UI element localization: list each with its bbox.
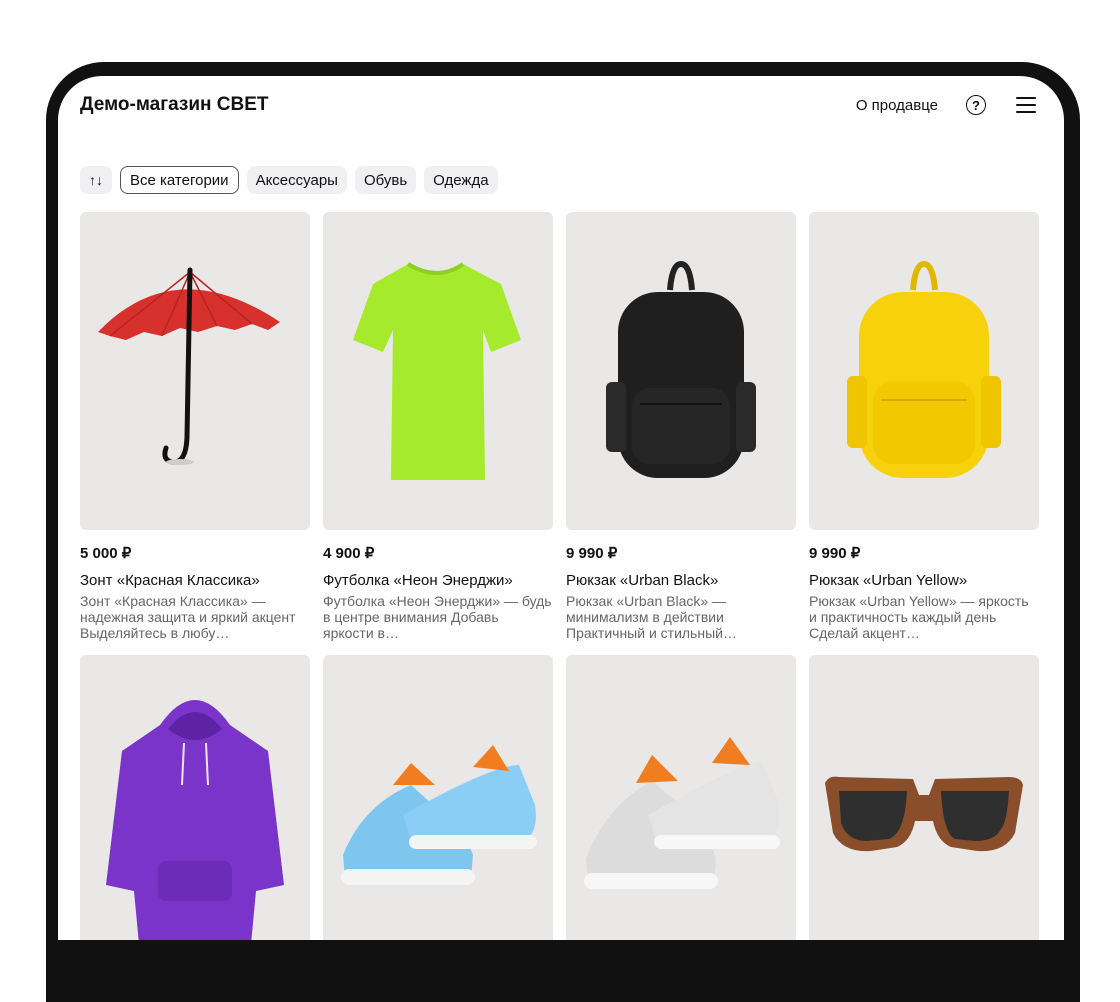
product-image-grey-sneakers[interactable]	[566, 655, 796, 940]
product-card[interactable]: 5 000 ₽ Зонт «Красная Классика» Зонт «Кр…	[80, 212, 310, 641]
product-name[interactable]: Рюкзак «Urban Black»	[566, 572, 796, 589]
product-name[interactable]: Рюкзак «Urban Yellow»	[809, 572, 1039, 589]
product-image-black-backpack[interactable]	[566, 212, 796, 530]
product-image-umbrella[interactable]	[80, 212, 310, 530]
product-card[interactable]	[80, 655, 310, 940]
category-filters: ↑↓ Все категории Аксессуары Обувь Одежда	[80, 166, 498, 194]
product-image-blue-sneakers[interactable]	[323, 655, 553, 940]
question-circle-icon[interactable]: ?	[966, 95, 986, 115]
store-title[interactable]: Демо-магазин СВЕТ	[80, 94, 269, 116]
product-image-hoodie[interactable]	[80, 655, 310, 940]
product-grid: 5 000 ₽ Зонт «Красная Классика» Зонт «Кр…	[80, 212, 1039, 940]
product-image-yellow-backpack[interactable]	[809, 212, 1039, 530]
header-actions: О продавце ?	[856, 95, 1036, 115]
product-card[interactable]	[566, 655, 796, 940]
category-chip-clothing[interactable]: Одежда	[424, 166, 498, 194]
product-name[interactable]: Футболка «Неон Энерджи»	[323, 572, 553, 589]
product-card[interactable]: 9 990 ₽ Рюкзак «Urban Yellow» Рюкзак «Ur…	[809, 212, 1039, 641]
product-description: Футболка «Неон Энерджи» — будь в центре …	[323, 593, 552, 641]
product-description: Рюкзак «Urban Yellow» — яркость и практи…	[809, 593, 1029, 641]
product-image-tshirt[interactable]	[323, 212, 553, 530]
product-card[interactable]: 9 990 ₽ Рюкзак «Urban Black» Рюкзак «Urb…	[566, 212, 796, 641]
product-price: 9 990 ₽	[809, 545, 861, 562]
product-card[interactable]	[809, 655, 1039, 940]
product-price: 5 000 ₽	[80, 545, 132, 562]
product-card[interactable]	[323, 655, 553, 940]
category-chip-shoes[interactable]: Обувь	[354, 166, 417, 194]
sort-arrows-icon[interactable]: ↑↓	[80, 166, 112, 194]
product-description: Рюкзак «Urban Black» — минимализм в дейс…	[566, 593, 737, 641]
product-price: 4 900 ₽	[323, 545, 375, 562]
product-price: 9 990 ₽	[566, 545, 618, 562]
app-screen: Демо-магазин СВЕТ О продавце ? ↑↓ Все ка…	[58, 76, 1064, 940]
product-card[interactable]: 4 900 ₽ Футболка «Неон Энерджи» Футболка…	[323, 212, 553, 641]
product-description: Зонт «Красная Классика» — надежная защит…	[80, 593, 296, 641]
about-seller-link[interactable]: О продавце	[856, 97, 938, 114]
hamburger-menu-icon[interactable]	[1016, 97, 1036, 113]
category-chip-accessories[interactable]: Аксессуары	[246, 166, 347, 194]
top-bar: Демо-магазин СВЕТ О продавце ?	[80, 90, 1036, 120]
product-image-sunglasses[interactable]	[809, 655, 1039, 940]
product-name[interactable]: Зонт «Красная Классика»	[80, 572, 310, 589]
category-chip-all[interactable]: Все категории	[120, 166, 239, 194]
